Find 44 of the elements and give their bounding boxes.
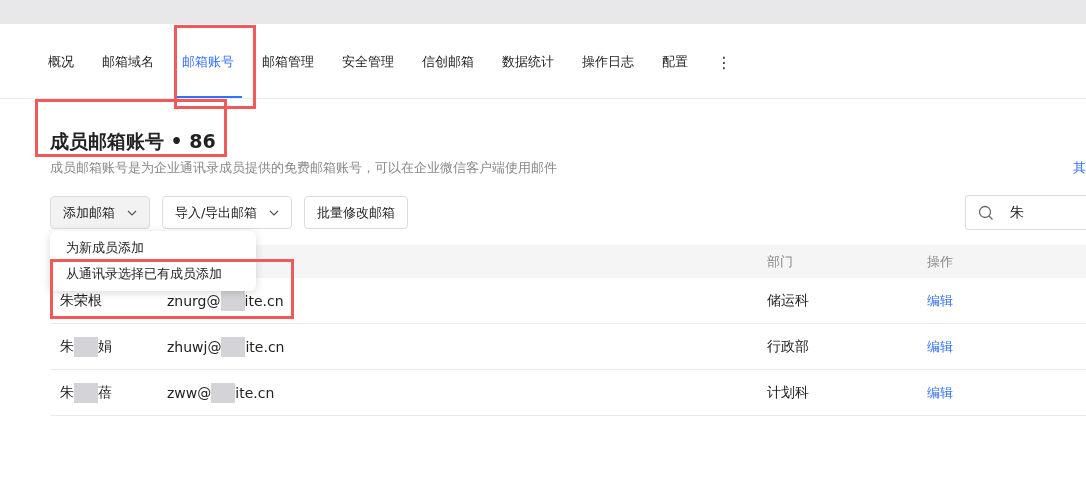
page-title: 成员邮箱账号 • 86 [50, 129, 217, 154]
department-cell-text: 计划科 [767, 383, 810, 402]
name-text: 朱荣根 [60, 291, 102, 310]
email-text: ite.cn [245, 338, 285, 355]
edit-link[interactable]: 编辑 [927, 383, 1007, 402]
blur-patch [211, 382, 236, 403]
search-icon [978, 204, 994, 221]
blur-patch [220, 290, 245, 311]
email-text: zhuwj@ [167, 338, 222, 355]
email-text: ite.cn [235, 384, 275, 401]
name-text: 娟 [98, 337, 112, 356]
more-icon[interactable]: ⋮ [708, 52, 740, 72]
nav-tab[interactable]: 配置 [654, 26, 696, 98]
edit-link[interactable]: 编辑 [927, 337, 1007, 356]
department-cell-text: 储运科 [767, 291, 810, 310]
menu-item[interactable]: 为新成员添加 [50, 235, 256, 261]
email-text: zww@ [167, 384, 212, 401]
name-text: 朱 [60, 337, 74, 356]
nav-tab[interactable]: 数据统计 [494, 26, 562, 98]
nav-tab[interactable]: 邮箱账号 [174, 26, 242, 98]
blur-patch [221, 336, 246, 357]
menu-item[interactable]: 从通讯录选择已有成员添加 [50, 261, 256, 287]
nav-tab[interactable]: 概况 [40, 26, 82, 98]
search-field[interactable]: 朱 [965, 195, 1086, 230]
page-description: 成员邮箱账号是为企业通讯录成员提供的免费邮箱账号，可以在企业微信客户端使用邮件 [50, 159, 557, 177]
email-text: znurg@ [167, 292, 221, 309]
email-text: ite.cn [244, 292, 284, 309]
name-text: 蓓 [98, 383, 112, 402]
blur-patch [74, 336, 98, 357]
toolbar-button[interactable]: 批量修改邮箱 [304, 196, 409, 229]
column-header: 部门 [767, 252, 794, 271]
nav-tab[interactable]: 操作日志 [574, 26, 642, 98]
toolbar-button[interactable]: 导入/导出邮箱 [162, 196, 293, 229]
column-header: 操作 [927, 252, 954, 271]
toolbar-button[interactable]: 添加邮箱 [50, 196, 150, 229]
nav-tab[interactable]: 信创邮箱 [414, 26, 482, 98]
name-text: 朱 [60, 383, 74, 402]
edit-link[interactable]: 编辑 [927, 291, 1007, 310]
nav-tab[interactable]: 邮箱管理 [254, 26, 322, 98]
other-link[interactable]: 其 [1073, 159, 1086, 177]
nav-tab[interactable]: 安全管理 [334, 26, 402, 98]
blur-patch [74, 382, 98, 403]
nav-tab[interactable]: 邮箱域名 [94, 26, 162, 98]
department-cell-text: 行政部 [767, 337, 810, 356]
